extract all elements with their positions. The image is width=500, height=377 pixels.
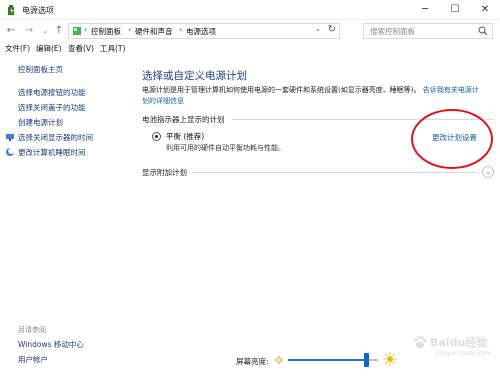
control-panel-icon	[73, 27, 81, 35]
menu-tools[interactable]: 工具(T)	[100, 43, 125, 54]
address-bar[interactable]: › 控制面板 › 硬件和声音 › 电源选项 ⌄ ↻	[68, 23, 340, 39]
breadcrumb-item[interactable]: 电源选项	[186, 26, 216, 37]
refresh-icon[interactable]: ↻	[328, 24, 336, 35]
plan-name[interactable]: 平衡 (推荐)	[166, 131, 204, 142]
page-title: 选择或自定义电源计划	[142, 70, 247, 82]
main-content: 选择或自定义电源计划 电源计划是用于管理计算机如何使用电源的一套硬件和系统设置(…	[128, 55, 500, 377]
sidebar-item-display-off[interactable]: 选择关闭显示器的时间	[18, 132, 93, 143]
minimize-button[interactable]: ─	[410, 0, 440, 20]
up-arrow-icon[interactable]: ↑	[52, 23, 66, 39]
battery-plans-section-title: 电池指示器上显示的计划	[142, 115, 225, 124]
brightness-label: 屏幕亮度:	[236, 357, 269, 366]
watermark-subtext: jingyan.baidu.com	[436, 350, 492, 357]
plan-description: 利用可用的硬件自动平衡功耗与性能。	[166, 144, 285, 152]
menu-edit[interactable]: 编辑(E)	[36, 43, 62, 54]
breadcrumb-separator-icon: ›	[84, 25, 88, 34]
page-description: 电源计划是用于管理计算机如何使用电源的一套硬件和系统设置(如显示器亮度、睡眠等)…	[142, 85, 482, 107]
power-sleep-icon	[6, 148, 15, 156]
menu-view[interactable]: 查看(V)	[68, 43, 94, 54]
power-display-icon	[6, 134, 14, 141]
brightness-slider-fill	[288, 359, 367, 361]
sidebar-item-sleep[interactable]: 更改计算机睡眠时间	[18, 147, 86, 158]
breadcrumb-separator-icon: ›	[128, 25, 132, 34]
baidu-paw-icon	[414, 336, 427, 349]
chevron-down-icon[interactable]: ⌄	[315, 25, 321, 33]
forward-arrow-icon[interactable]: →	[22, 23, 36, 39]
breadcrumb-separator-icon: ›	[179, 25, 183, 34]
red-highlight-circle	[411, 109, 493, 169]
extra-plans-section-title[interactable]: 显示附加计划	[142, 167, 187, 178]
menu-file[interactable]: 文件(F)	[5, 43, 30, 54]
power-options-icon	[8, 5, 14, 15]
description-text: 电源计划是用于管理计算机如何使用电源的一套硬件和系统设置(如显示器亮度、睡眠等)…	[142, 86, 421, 94]
watermark-text: Baidu经验	[430, 336, 488, 349]
menu-bar: 文件(F) 编辑(E) 查看(V) 工具(T)	[0, 42, 500, 55]
plan-radio-balanced[interactable]	[152, 132, 161, 141]
sidebar-item-power-button[interactable]: 选择电源按钮的功能	[18, 87, 86, 98]
see-also-title: 另请参阅	[18, 326, 46, 334]
window-title: 电源选项	[22, 6, 54, 15]
brightness-high-icon	[383, 352, 397, 366]
maximize-button[interactable]: ☐	[440, 0, 470, 20]
baidu-watermark: Baidu经验 jingyan.baidu.com	[408, 330, 500, 377]
search-input[interactable]: 搜索控制面板	[363, 23, 493, 39]
navigation-bar: ← → ⌄ ↑ › 控制面板 › 硬件和声音 › 电源选项 ⌄ ↻ 搜索控制面板	[0, 20, 500, 42]
section-divider	[190, 172, 478, 173]
sidebar-item-create-plan[interactable]: 创建电源计划	[18, 117, 63, 128]
sidebar-home-link[interactable]: 控制面板主页	[18, 64, 63, 75]
recent-locations-icon[interactable]: ⌄	[38, 23, 52, 39]
breadcrumb-item[interactable]: 控制面板	[91, 26, 121, 37]
back-arrow-icon[interactable]: ←	[4, 23, 18, 39]
sidebar-item-lid[interactable]: 选择关闭盖子的功能	[18, 102, 86, 113]
breadcrumb-item[interactable]: 硬件和声音	[135, 26, 173, 37]
close-button[interactable]: ✕	[470, 0, 500, 20]
title-bar: 电源选项 ─ ☐ ✕	[0, 0, 500, 20]
brightness-slider-thumb[interactable]	[364, 353, 370, 367]
sidebar: 控制面板主页 选择电源按钮的功能 选择关闭盖子的功能 创建电源计划 选择关闭显示…	[0, 55, 128, 377]
chevron-down-icon[interactable]: ⌄	[482, 166, 494, 178]
search-placeholder: 搜索控制面板	[370, 27, 415, 36]
radio-selected-dot	[155, 135, 158, 138]
search-icon[interactable]	[478, 26, 488, 36]
brightness-low-icon	[274, 355, 284, 365]
